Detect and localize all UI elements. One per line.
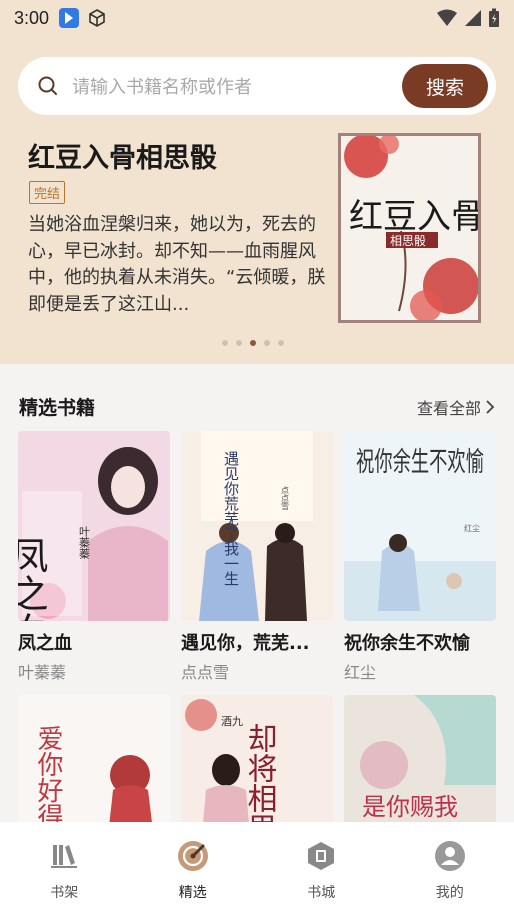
signal-icon [465,10,481,26]
carousel-dot [236,340,242,346]
book-cover[interactable]: 遇见你荒芜了我一生 点点雪 [181,431,333,621]
profile-icon [434,841,465,871]
featured-section-header: 精选书籍 查看全部 [19,393,495,420]
book-author: 点点雪 [181,663,230,682]
search-icon [38,76,57,95]
book-cover[interactable]: 凤之血 叶蓁蓁 [18,431,170,621]
carousel-dot [278,340,284,346]
carousel-dot-active [250,340,256,346]
package-icon [89,9,105,27]
nav-label: 书架 [50,885,79,901]
book-cover-text: 凤之血 [18,536,48,621]
carousel-dot [264,340,270,346]
chevron-right-icon [486,399,495,414]
hero-book-cover[interactable]: 红豆入骨 相思骰 [338,133,481,323]
carousel-dot [222,340,228,346]
hero-cover-text: 红豆入骨 [349,197,478,237]
bookshelf-icon [51,845,78,868]
nav-featured[interactable]: 精选 [129,822,258,914]
search-button[interactable]: 搜索 [402,64,488,108]
book-cover-text: 是你赐我 [362,793,458,821]
nav-label: 书城 [307,885,336,901]
book-card[interactable]: 祝你余生不欢愉 红尘 祝你余生不欢愉 红尘 [344,431,496,683]
section-title: 精选书籍 [19,397,96,419]
nav-label: 精选 [178,885,207,901]
app-notification-icon [59,8,80,28]
status-time: 3:00 [14,7,50,28]
view-all-link[interactable]: 查看全部 [417,395,495,419]
nav-bookstore[interactable]: 书城 [257,822,386,914]
book-cover-text: 祝你余生不欢愉 [356,447,484,478]
book-title[interactable]: 凤之血 [18,629,170,655]
search-bar[interactable]: 请输入书籍名称或作者 搜索 [18,57,496,115]
book-card[interactable]: 凤之血 叶蓁蓁 凤之血 叶蓁蓁 [18,431,170,683]
book-cover-author: 酒九 [221,715,243,728]
carousel-indicator [222,340,284,346]
book-title[interactable]: 祝你余生不欢愉 [344,629,496,655]
book-cover-author: 点点雪 [281,486,290,511]
book-author: 红尘 [344,663,377,682]
book-title[interactable]: 遇见你，荒芜... [181,629,333,655]
bookstore-icon [308,842,335,870]
status-badge: 完结 [29,181,66,204]
battery-icon [489,8,499,27]
book-cover-author: 叶蓁蓁 [78,526,91,559]
nav-bookshelf[interactable]: 书架 [0,822,129,914]
bottom-navigation: 书架 精选 书城 我的 [0,822,514,914]
nav-label: 我的 [435,885,464,901]
hero-book-description[interactable]: 当她浴血涅槃归来，她以为，死去的心，早已冰封。却不知——血雨腥风中，他的执着从未… [28,212,328,318]
book-cover-author: 红尘 [464,523,480,533]
hero-cover-subtitle: 相思骰 [390,234,426,248]
book-cover-text: 遇见你荒芜了我一生 [222,451,240,586]
featured-icon [177,841,208,871]
hero-book-title[interactable]: 红豆入骨相思骰 [28,136,217,175]
book-cover[interactable]: 祝你余生不欢愉 红尘 [344,431,496,621]
wifi-icon [437,9,457,26]
status-bar: 3:00 [0,0,514,36]
nav-profile[interactable]: 我的 [386,822,514,914]
book-card[interactable]: 遇见你荒芜了我一生 点点雪 遇见你，荒芜... 点点雪 [181,431,333,683]
book-author: 叶蓁蓁 [18,663,67,682]
